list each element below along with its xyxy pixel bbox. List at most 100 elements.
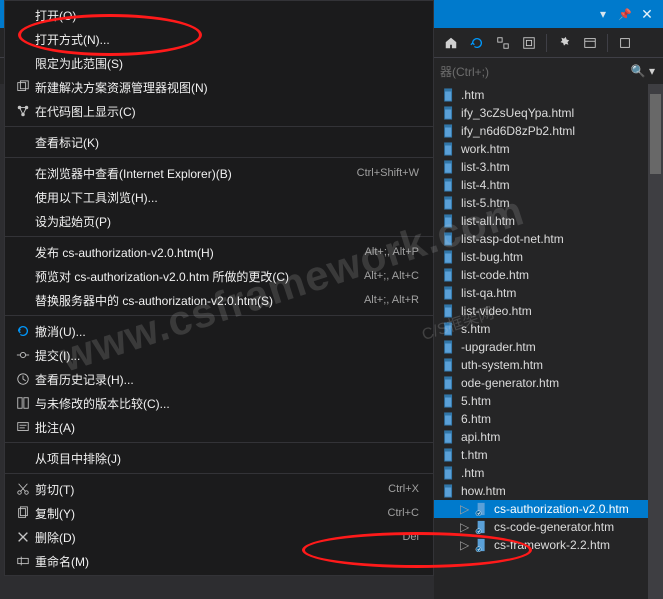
file-row[interactable]: list-bug.htm: [434, 248, 663, 266]
expand-icon[interactable]: ▷: [460, 502, 470, 516]
file-row[interactable]: list-asp-dot-net.htm: [434, 230, 663, 248]
file-row[interactable]: ify_3cZsUeqYpa.html: [434, 104, 663, 122]
file-row[interactable]: list-all.htm: [434, 212, 663, 230]
preview-button[interactable]: [579, 32, 601, 54]
menu-item-3[interactable]: 新建解决方案资源管理器视图(N): [5, 75, 433, 99]
menu-item-19[interactable]: 与未修改的版本比较(C)...: [5, 391, 433, 415]
scrollbar[interactable]: [648, 84, 663, 599]
menu-item-2[interactable]: 限定为此范围(S): [5, 51, 433, 75]
scrollbar-thumb[interactable]: [650, 94, 661, 174]
file-row[interactable]: -upgrader.htm: [434, 338, 663, 356]
menu-label: 打开(O): [35, 7, 419, 24]
menu-shortcut: Alt+;, Alt+P: [365, 246, 419, 258]
menu-item-12[interactable]: 发布 cs-authorization-v2.0.htm(H)Alt+;, Al…: [5, 240, 433, 264]
file-name: list-qa.htm: [461, 286, 516, 300]
menu-item-0[interactable]: 打开(O): [5, 3, 433, 27]
file-name: api.htm: [461, 430, 500, 444]
copy-icon: [11, 506, 35, 520]
file-row[interactable]: work.htm: [434, 140, 663, 158]
file-icon: [475, 538, 489, 552]
file-row[interactable]: list-video.htm: [434, 302, 663, 320]
file-icon: [442, 124, 456, 138]
file-row[interactable]: ify_n6d6D8zPb2.html: [434, 122, 663, 140]
menu-shortcut: Ctrl+C: [388, 507, 419, 519]
file-icon: [475, 520, 489, 534]
menu-item-9[interactable]: 使用以下工具浏览(H)...: [5, 185, 433, 209]
menu-item-1[interactable]: 打开方式(N)...: [5, 27, 433, 51]
menu-item-10[interactable]: 设为起始页(P): [5, 209, 433, 233]
file-name: work.htm: [461, 142, 510, 156]
file-row[interactable]: list-code.htm: [434, 266, 663, 284]
file-row[interactable]: list-4.htm: [434, 176, 663, 194]
menu-label: 从项目中排除(J): [35, 450, 419, 467]
file-row[interactable]: ▷ cs-framework-2.2.htm: [434, 536, 663, 554]
file-row[interactable]: list-qa.htm: [434, 284, 663, 302]
menu-label: 打开方式(N)...: [35, 31, 419, 48]
file-icon: [442, 394, 456, 408]
menu-label: 发布 cs-authorization-v2.0.htm(H): [35, 244, 365, 261]
file-name: .htm: [461, 466, 484, 480]
menu-item-8[interactable]: 在浏览器中查看(Internet Explorer)(B)Ctrl+Shift+…: [5, 161, 433, 185]
file-icon: [442, 268, 456, 282]
menu-item-18[interactable]: 查看历史记录(H)...: [5, 367, 433, 391]
file-row[interactable]: s.htm: [434, 320, 663, 338]
refresh-button[interactable]: [466, 32, 488, 54]
menu-item-26[interactable]: 删除(D)Del: [5, 525, 433, 549]
menu-item-4[interactable]: 在代码图上显示(C): [5, 99, 433, 123]
menu-label: 查看标记(K): [35, 134, 419, 151]
file-name: 5.htm: [461, 394, 491, 408]
menu-item-13[interactable]: 预览对 cs-authorization-v2.0.htm 所做的更改(C)Al…: [5, 264, 433, 288]
menu-item-22[interactable]: 从项目中排除(J): [5, 446, 433, 470]
show-all-button[interactable]: [518, 32, 540, 54]
expand-icon[interactable]: ▷: [460, 538, 470, 552]
more-button[interactable]: [614, 32, 636, 54]
properties-button[interactable]: [553, 32, 575, 54]
file-row[interactable]: .htm: [434, 464, 663, 482]
menu-label: 删除(D): [35, 529, 402, 546]
home-button[interactable]: [440, 32, 462, 54]
file-name: list-4.htm: [461, 178, 510, 192]
menu-item-24[interactable]: 剪切(T)Ctrl+X: [5, 477, 433, 501]
file-tree-panel: .htm ify_3cZsUeqYpa.html ify_n6d6D8zPb2.ht…: [434, 84, 663, 599]
menu-item-20[interactable]: 批注(A): [5, 415, 433, 439]
file-icon: [442, 340, 456, 354]
collapse-button[interactable]: [492, 32, 514, 54]
file-row[interactable]: api.htm: [434, 428, 663, 446]
file-name: list-asp-dot-net.htm: [461, 232, 564, 246]
file-row[interactable]: how.htm: [434, 482, 663, 500]
file-icon: [442, 304, 456, 318]
menu-item-16[interactable]: 撤消(U)...: [5, 319, 433, 343]
file-name: list-5.htm: [461, 196, 510, 210]
file-row[interactable]: ▷cs-authorization-v2.0.htm: [434, 500, 663, 518]
context-menu: 打开(O) 打开方式(N)... 限定为此范围(S)新建解决方案资源管理器视图(N)…: [4, 0, 434, 576]
menu-item-14[interactable]: 替换服务器中的 cs-authorization-v2.0.htm(S)Alt+…: [5, 288, 433, 312]
menu-item-17[interactable]: 提交(I)...: [5, 343, 433, 367]
file-row[interactable]: 5.htm: [434, 392, 663, 410]
file-row[interactable]: list-3.htm: [434, 158, 663, 176]
file-row[interactable]: ▷cs-code-generator.htm: [434, 518, 663, 536]
file-row[interactable]: ode-generator.htm: [434, 374, 663, 392]
file-row[interactable]: uth-system.htm: [434, 356, 663, 374]
search-icon[interactable]: 🔍 ▾: [631, 64, 655, 78]
file-name: cs-framework-2.2.htm: [494, 538, 610, 552]
file-row[interactable]: 6.htm: [434, 410, 663, 428]
close-icon[interactable]: ✕: [639, 6, 655, 22]
dropdown-icon[interactable]: ▾: [595, 6, 611, 22]
expand-icon[interactable]: ▷: [460, 520, 470, 534]
menu-item-25[interactable]: 复制(Y)Ctrl+C: [5, 501, 433, 525]
menu-label: 剪切(T): [35, 481, 388, 498]
menu-item-27[interactable]: 重命名(M): [5, 549, 433, 573]
menu-item-6[interactable]: 查看标记(K): [5, 130, 433, 154]
file-row[interactable]: t.htm: [434, 446, 663, 464]
file-row[interactable]: .htm: [434, 86, 663, 104]
file-icon: [442, 358, 456, 372]
pin-icon[interactable]: 📌: [617, 6, 633, 22]
file-row[interactable]: list-5.htm: [434, 194, 663, 212]
menu-label: 撤消(U)...: [35, 323, 419, 340]
file-name: ify_3cZsUeqYpa.html: [461, 106, 574, 120]
menu-label: 设为起始页(P): [35, 213, 419, 230]
menu-shortcut: Alt+;, Alt+C: [364, 270, 419, 282]
file-name: list-bug.htm: [461, 250, 523, 264]
file-icon: [475, 502, 489, 516]
file-icon: [442, 106, 456, 120]
